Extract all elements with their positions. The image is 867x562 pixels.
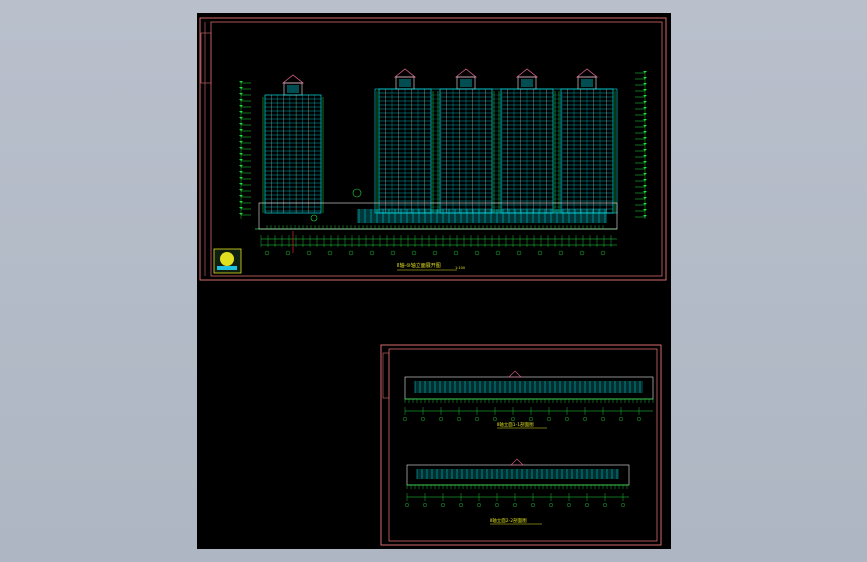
main-sheet-title-block: Ⅱ轴-⑩轴立面展开图 1:100: [397, 262, 465, 271]
section-top-title: Ⅱ轴立面1-1剖面图: [497, 421, 534, 428]
section-sheet-border-inner: [388, 348, 658, 542]
section-axis-bubble: [440, 503, 445, 508]
elevation-markers-left: [239, 81, 251, 219]
axis-bubble: [432, 250, 438, 256]
section-axis-bubble: [567, 503, 572, 508]
axis-bubble: [537, 250, 543, 256]
section-2-2-drawing: [404, 458, 630, 508]
axis-bubble: [516, 250, 522, 256]
section-axis-bubble: [601, 417, 606, 422]
axis-bubble: [306, 250, 312, 256]
tower-roof: [454, 68, 478, 78]
section-axis-bubble: [621, 503, 626, 508]
right-tower-2: [437, 68, 495, 214]
section-axis-bubble: [511, 417, 516, 422]
towers-right: [374, 68, 618, 214]
axis-bubble: [390, 250, 396, 256]
right-tower-1: [376, 68, 434, 214]
tower-crown-window: [460, 79, 472, 87]
tower-crown-window: [581, 79, 593, 87]
axis-bubble: [264, 250, 270, 256]
main-sheet-title: Ⅱ轴-⑩轴立面展开图: [397, 262, 441, 269]
sheet-side-stamp: [200, 32, 212, 84]
section-axis-bubble: [547, 417, 552, 422]
podium-glazing: [357, 209, 607, 223]
section-axis-bubble: [549, 503, 554, 508]
section-axis-bubble: [404, 503, 409, 508]
axis-bubble: [411, 250, 417, 256]
section-axis-bubble: [420, 417, 425, 422]
axis-bubble: [600, 250, 606, 256]
tower-body: [264, 94, 322, 214]
axis-bubble: [369, 250, 375, 256]
axis-bubble: [558, 250, 564, 256]
tower-crown-window: [399, 79, 411, 87]
tree-symbol: [310, 214, 318, 222]
tower-roof: [281, 74, 305, 84]
section-sheet-side-stamp: [382, 352, 390, 399]
section-axis-bubble: [637, 417, 642, 422]
section-axis-bubble: [585, 503, 590, 508]
section-sheet-border-outer: [380, 344, 662, 546]
section-axis-bubble: [619, 417, 624, 422]
cad-drawing-viewport[interactable]: Ⅱ轴-⑩轴立面展开图 1:100 Ⅱ轴立面1-1剖面图 Ⅱ轴立面2-2剖面图: [197, 13, 671, 549]
section-sheet: Ⅱ轴立面1-1剖面图 Ⅱ轴立面2-2剖面图: [380, 344, 662, 546]
level-marker: [239, 81, 243, 83]
section-axis-bubble: [422, 503, 427, 508]
section-roof-mark: [510, 458, 524, 466]
section-bottom-title: Ⅱ轴立面2-2剖面图: [490, 517, 527, 524]
company-logo-stamp: [213, 248, 242, 274]
axis-bubble: [348, 250, 354, 256]
tower-crown-window: [521, 79, 533, 87]
section-axis-bubble: [493, 417, 498, 422]
axis-bubble: [285, 250, 291, 256]
section-axis-bubble: [583, 417, 588, 422]
elevation-markers-right: [635, 71, 647, 219]
tree-symbol: [352, 188, 362, 198]
main-elevation-sheet: Ⅱ轴-⑩轴立面展开图 1:100: [199, 17, 667, 281]
section-axis-bubble: [603, 503, 608, 508]
tower-crown-window: [287, 85, 299, 93]
tower-left: [262, 74, 324, 214]
right-tower-3: [498, 68, 556, 214]
section-axis-bubble: [513, 503, 518, 508]
section-axis-bubble: [477, 503, 482, 508]
section-axis-bubble: [565, 417, 570, 422]
tower-roof: [575, 68, 599, 78]
axis-bubble: [453, 250, 459, 256]
section-axis-bubble: [402, 417, 407, 422]
tower-roof: [393, 68, 417, 78]
section-axis-bubble: [495, 503, 500, 508]
section-roof-mark: [508, 370, 522, 378]
axis-bubble: [474, 250, 480, 256]
section-axis-bubble: [529, 417, 534, 422]
section-glazing: [415, 381, 643, 393]
section-axis-bubble: [459, 503, 464, 508]
section-1-1-drawing: [402, 370, 654, 422]
left-tower-elevation: [262, 74, 324, 214]
axis-bubble: [579, 250, 585, 256]
section-axis-bubble: [531, 503, 536, 508]
dimension-chain-main: [260, 231, 617, 256]
section-axis-bubble: [475, 417, 480, 422]
tower-roof: [515, 68, 539, 78]
section-axis-bubble: [438, 417, 443, 422]
section-axis-bubble: [457, 417, 462, 422]
level-marker: [643, 71, 647, 73]
main-sheet-scale: 1:100: [455, 266, 465, 270]
drawing-canvas[interactable]: Ⅱ轴-⑩轴立面展开图 1:100 Ⅱ轴立面1-1剖面图 Ⅱ轴立面2-2剖面图: [197, 13, 671, 549]
axis-bubble: [327, 250, 333, 256]
axis-bubble: [495, 250, 501, 256]
section-glazing: [417, 469, 619, 479]
right-tower-4: [558, 68, 616, 214]
